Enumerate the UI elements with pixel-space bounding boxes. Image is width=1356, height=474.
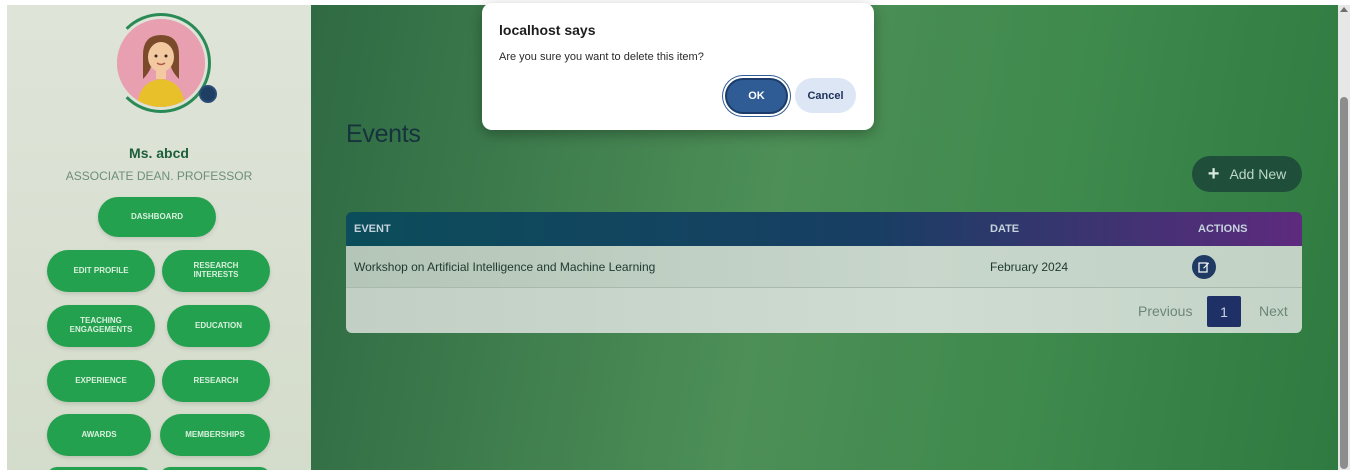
- column-header-actions: ACTIONS: [1198, 223, 1248, 235]
- scroll-up-arrow-icon[interactable]: [1340, 7, 1348, 12]
- table-row: Workshop on Artificial Intelligence and …: [346, 246, 1302, 288]
- events-table: EVENT DATE ACTIONS Workshop on Artificia…: [346, 212, 1302, 333]
- column-header-event: EVENT: [354, 223, 391, 235]
- nav-edit-profile-button[interactable]: EDIT PROFILE: [47, 250, 155, 292]
- column-header-date: DATE: [990, 223, 1020, 235]
- nav-dashboard-button[interactable]: DASHBOARD: [98, 197, 216, 237]
- dialog-message: Are you sure you want to delete this ite…: [499, 51, 704, 63]
- scrollbar[interactable]: [1338, 5, 1350, 470]
- dialog-title: localhost says: [499, 22, 596, 38]
- browser-viewport: Ms. abcd ASSOCIATE DEAN. PROFESSOR DASHB…: [0, 0, 1356, 474]
- confirm-dialog: localhost says Are you sure you want to …: [482, 3, 874, 130]
- pagination-previous[interactable]: Previous: [1138, 303, 1192, 319]
- right-edge: [1350, 0, 1356, 474]
- date-cell: February 2024: [990, 260, 1069, 274]
- profile-role: ASSOCIATE DEAN. PROFESSOR: [65, 169, 253, 183]
- add-new-button[interactable]: + Add New: [1192, 156, 1302, 192]
- sidebar: Ms. abcd ASSOCIATE DEAN. PROFESSOR DASHB…: [7, 5, 311, 470]
- nav-memberships-button[interactable]: MEMBERSHIPS: [160, 414, 270, 456]
- camera-icon[interactable]: [199, 85, 217, 103]
- profile-name: Ms. abcd: [129, 145, 189, 161]
- edit-button[interactable]: [1192, 255, 1216, 279]
- cancel-button[interactable]: Cancel: [795, 78, 856, 113]
- nav-research-button[interactable]: RESEARCH: [162, 360, 270, 402]
- nav-awards-button[interactable]: AWARDS: [47, 414, 151, 456]
- nav-teaching-engagements-button[interactable]: TEACHING ENGAGEMENTS: [47, 305, 155, 347]
- event-cell: Workshop on Artificial Intelligence and …: [354, 260, 656, 274]
- pagination-page-1[interactable]: 1: [1207, 296, 1241, 327]
- bottom-edge: [0, 470, 1356, 474]
- avatar[interactable]: [117, 19, 205, 107]
- edit-icon: [1198, 262, 1209, 273]
- nav-experience-button[interactable]: EXPERIENCE: [47, 360, 155, 402]
- nav-education-button[interactable]: EDUCATION: [167, 305, 270, 347]
- table-header: EVENT DATE ACTIONS: [346, 212, 1302, 246]
- pagination-next[interactable]: Next: [1259, 303, 1288, 319]
- plus-icon: +: [1207, 162, 1220, 185]
- add-new-label: Add New: [1229, 166, 1287, 182]
- pagination: Previous 1 Next: [346, 288, 1302, 333]
- page-title: Events: [346, 120, 421, 148]
- left-edge: [0, 0, 7, 474]
- nav-research-interests-button[interactable]: RESEARCH INTERESTS: [162, 250, 270, 292]
- scroll-thumb[interactable]: [1340, 97, 1348, 469]
- ok-button[interactable]: OK: [725, 78, 788, 114]
- avatar-container: [111, 13, 217, 113]
- user-avatar-icon: [117, 19, 205, 107]
